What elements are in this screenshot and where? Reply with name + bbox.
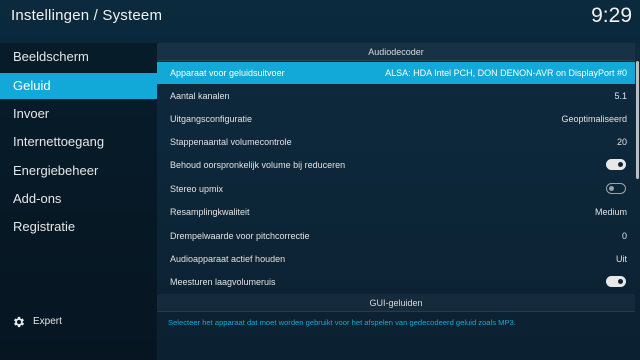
setting-value: 20: [616, 137, 627, 147]
sidebar-item-geluid[interactable]: Geluid: [0, 73, 157, 99]
setting-row-pitch-threshold[interactable]: Drempelwaarde voor pitchcorrectie 0: [157, 225, 635, 247]
setting-label: Meesturen laagvolumeruis: [170, 277, 276, 287]
setting-value: 0: [621, 231, 627, 241]
sidebar-item-add-ons[interactable]: Add-ons: [0, 186, 157, 212]
section-header-gui-sounds: GUI-geluiden: [157, 294, 635, 312]
setting-row-resampling[interactable]: Resamplingkwaliteit Medium: [157, 201, 635, 223]
sidebar-item-registratie[interactable]: Registratie: [0, 214, 157, 240]
gear-icon: [13, 316, 25, 328]
setting-label: Behoud oorspronkelijk volume bij reducer…: [170, 160, 346, 170]
setting-value: Medium: [594, 207, 627, 217]
sidebar-item-internettoegang[interactable]: Internettoegang: [0, 129, 157, 155]
setting-value: ALSA: HDA Intel PCH, DON DENON-AVR on Di…: [385, 68, 627, 78]
section-header-audiodecoder: Audiodecoder: [157, 43, 635, 61]
sidebar-item-energiebeheer[interactable]: Energiebeheer: [0, 158, 157, 184]
setting-label: Resamplingkwaliteit: [170, 207, 250, 217]
toggle-switch[interactable]: [606, 159, 626, 170]
setting-description: Selecteer het apparaat dat moet worden g…: [168, 318, 516, 327]
setting-row-keep-device-active[interactable]: Audioapparaat actief houden Uit: [157, 248, 635, 270]
setting-row-stereo-upmix[interactable]: Stereo upmix: [157, 178, 635, 200]
setting-label: Apparaat voor geluidsuitvoer: [170, 68, 285, 78]
setting-label: Uitgangsconfiguratie: [170, 114, 253, 124]
sidebar-item-invoer[interactable]: Invoer: [0, 101, 157, 127]
expert-label: Expert: [33, 316, 62, 327]
page-title: Instellingen / Systeem: [11, 7, 163, 24]
clock: 9:29: [591, 4, 632, 27]
header-bar: Instellingen / Systeem 9:29: [0, 0, 640, 36]
setting-value: Geoptimaliseerd: [561, 114, 627, 124]
setting-label: Aantal kanalen: [170, 91, 230, 101]
setting-value: 5.1: [614, 91, 627, 101]
setting-row-volume-steps[interactable]: Stappenaantal volumecontrole 20: [157, 131, 635, 153]
setting-row-low-volume-noise[interactable]: Meesturen laagvolumeruis: [157, 271, 635, 293]
setting-label: Stereo upmix: [170, 184, 224, 194]
scrollbar[interactable]: [636, 61, 639, 179]
sidebar-item-beeldscherm[interactable]: Beeldscherm: [0, 44, 157, 70]
setting-value: Uit: [616, 254, 627, 264]
toggle-switch[interactable]: [606, 276, 626, 287]
setting-label: Stappenaantal volumecontrole: [170, 137, 292, 147]
setting-row-output-config[interactable]: Uitgangsconfiguratie Geoptimaliseerd: [157, 108, 635, 130]
setting-row-channels[interactable]: Aantal kanalen 5.1: [157, 85, 635, 107]
setting-label: Drempelwaarde voor pitchcorrectie: [170, 231, 310, 241]
toggle-knob: [609, 185, 614, 191]
setting-row-output-device[interactable]: Apparaat voor geluidsuitvoer ALSA: HDA I…: [157, 62, 635, 84]
setting-row-keep-volume[interactable]: Behoud oorspronkelijk volume bij reducer…: [157, 154, 635, 176]
toggle-knob: [618, 161, 623, 167]
setting-label: Audioapparaat actief houden: [170, 254, 286, 264]
toggle-switch[interactable]: [606, 183, 626, 194]
toggle-knob: [618, 278, 623, 284]
